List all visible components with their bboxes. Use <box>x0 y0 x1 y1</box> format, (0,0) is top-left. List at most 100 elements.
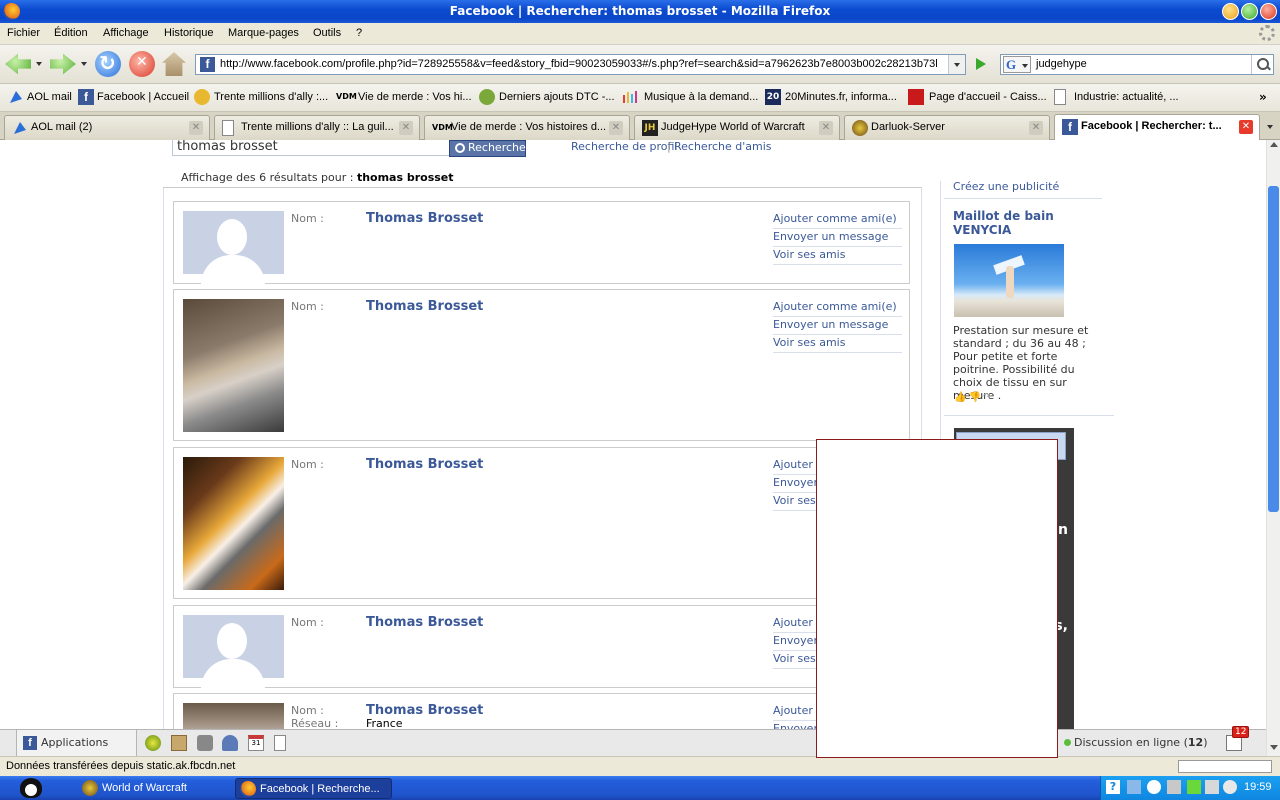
tab-close-icon[interactable]: ✕ <box>399 121 413 135</box>
profile-name-link[interactable]: Thomas Brosset <box>366 615 483 630</box>
stop-icon[interactable] <box>129 51 155 77</box>
back-arrow-icon[interactable] <box>5 53 31 75</box>
bookmark-vdm[interactable]: Vie de merde : Vos hi... <box>358 91 472 103</box>
close-window-button[interactable] <box>1260 3 1277 20</box>
minimize-button[interactable] <box>1222 3 1239 20</box>
bookmark-aol-mail[interactable]: AOL mail <box>27 91 72 103</box>
page-icon <box>222 120 234 136</box>
volume-icon[interactable] <box>1205 780 1219 794</box>
profile-silhouette-icon[interactable] <box>183 211 284 285</box>
fb-search-button[interactable]: Recherche <box>449 140 526 157</box>
antivirus-icon[interactable] <box>1223 780 1237 794</box>
taskbar-label: World of Warcraft <box>102 782 187 794</box>
scrollbar-thumb[interactable] <box>1268 186 1279 512</box>
tab-darluok[interactable]: Darluok-Server ✕ <box>844 115 1050 140</box>
bookmark-trente-millions[interactable]: Trente millions d'ally :... <box>214 91 328 103</box>
menu-fichier[interactable]: Fichier <box>7 27 40 39</box>
profile-name-link[interactable]: Thomas Brosset <box>366 211 483 226</box>
reload-icon[interactable] <box>95 51 121 77</box>
add-friend-link[interactable]: Ajouter comme ami(e) <box>773 211 902 229</box>
page-scrollbar[interactable] <box>1266 140 1280 756</box>
app-icon[interactable] <box>145 735 161 751</box>
bookmark-dtc[interactable]: Derniers ajouts DTC -... <box>499 91 615 103</box>
profile-name-link[interactable]: Thomas Brosset <box>366 457 483 472</box>
scroll-up-arrow-icon[interactable] <box>1270 142 1278 147</box>
notes-icon[interactable] <box>274 735 286 751</box>
help-icon[interactable]: ? <box>1106 780 1120 794</box>
bookmark-musique[interactable]: Musique à la demand... <box>644 91 758 103</box>
tab-close-icon[interactable]: ✕ <box>819 121 833 135</box>
profile-silhouette-icon[interactable] <box>183 615 284 689</box>
bookmark-industrie[interactable]: Industrie: actualité, ... <box>1074 91 1179 103</box>
tab-trente-millions[interactable]: Trente millions d'ally :: La guil... ✕ <box>214 115 420 140</box>
home-icon[interactable] <box>162 52 186 76</box>
name-label: Nom : <box>291 458 324 471</box>
maximize-button[interactable] <box>1241 3 1258 20</box>
wifi-icon[interactable] <box>1187 780 1201 794</box>
send-message-link[interactable]: Envoyer un message <box>773 229 902 247</box>
list-all-tabs-icon[interactable] <box>1261 116 1279 138</box>
add-friend-link[interactable]: Ajouter comme ami(e) <box>773 299 902 317</box>
tab-facebook-search[interactable]: f Facebook | Rechercher: t... ✕ <box>1054 114 1260 141</box>
profile-name-link[interactable]: Thomas Brosset <box>366 299 483 314</box>
calendar-icon[interactable]: 31 <box>248 735 264 751</box>
bookmark-facebook[interactable]: Facebook | Accueil <box>97 91 189 103</box>
search-bar[interactable]: G judgehype <box>1000 54 1274 75</box>
chat-online-button[interactable]: Discussion en ligne (12) <box>1056 736 1207 749</box>
forward-history-dropdown-icon[interactable] <box>81 62 87 66</box>
ad-title-link[interactable]: Maillot de bain VENYCIA <box>953 209 1103 237</box>
blank-popup-overlay[interactable] <box>816 439 1058 758</box>
tab-vdm[interactable]: VDM Vie de merde : Vos histoires d... ✕ <box>424 115 630 140</box>
profile-search-link[interactable]: Recherche de profil <box>571 140 678 153</box>
search-icon[interactable] <box>1251 55 1273 74</box>
taskbar-button-wow[interactable]: World of Warcraft <box>78 778 228 799</box>
search-engine-selector[interactable]: G <box>1003 56 1031 73</box>
bookmarks-overflow-chevron-icon[interactable]: » <box>1259 90 1267 104</box>
url-text[interactable]: http://www.facebook.com/profile.php?id=7… <box>220 58 946 70</box>
scroll-down-arrow-icon[interactable] <box>1270 745 1278 750</box>
create-ad-link[interactable]: Créez une publicité <box>953 180 1059 193</box>
bookmark-20minutes[interactable]: 20Minutes.fr, informa... <box>785 91 897 103</box>
forward-arrow-icon[interactable] <box>50 53 76 75</box>
fb-search-input[interactable]: thomas brosset <box>172 140 450 156</box>
network-icon[interactable] <box>1127 780 1141 794</box>
gift-icon[interactable] <box>171 735 187 751</box>
tux-start-icon[interactable] <box>20 778 42 798</box>
menu-help[interactable]: ? <box>356 27 362 39</box>
profile-photo[interactable] <box>183 299 284 432</box>
menu-historique[interactable]: Historique <box>164 27 214 39</box>
update-icon[interactable] <box>1147 780 1161 794</box>
menu-marque-pages[interactable]: Marque-pages <box>228 27 299 39</box>
tab-close-icon[interactable]: ✕ <box>609 121 623 135</box>
bookmark-caisse[interactable]: Page d'accueil - Caiss... <box>929 91 1047 103</box>
profile-name-link[interactable]: Thomas Brosset <box>366 703 483 718</box>
tab-close-icon[interactable]: ✕ <box>1239 120 1253 134</box>
tab-close-icon[interactable]: ✕ <box>1029 121 1043 135</box>
facebook-favicon-icon: f <box>200 57 215 72</box>
menu-edition[interactable]: Édition <box>54 27 88 39</box>
friend-search-link[interactable]: Recherche d'amis <box>674 140 772 153</box>
applications-button[interactable]: f Applications <box>16 730 137 756</box>
view-friends-link[interactable]: Voir ses amis <box>773 335 902 353</box>
url-bar[interactable]: f http://www.facebook.com/profile.php?id… <box>195 54 966 75</box>
profile-photo[interactable] <box>183 457 284 590</box>
ad-image[interactable] <box>954 244 1064 317</box>
send-message-link[interactable]: Envoyer un message <box>773 317 902 335</box>
taskbar-button-firefox[interactable]: Facebook | Recherche... <box>235 778 392 799</box>
back-history-dropdown-icon[interactable] <box>36 62 42 66</box>
tab-judgehype[interactable]: JH JudgeHype World of Warcraft ✕ <box>634 115 840 140</box>
tab-close-icon[interactable]: ✕ <box>189 121 203 135</box>
friends-icon[interactable] <box>222 735 238 751</box>
ad-like-icons[interactable]: 👍👎↷ <box>954 392 993 403</box>
profile-photo[interactable] <box>183 703 284 729</box>
menu-outils[interactable]: Outils <box>313 27 341 39</box>
device-icon[interactable] <box>1167 780 1181 794</box>
video-icon[interactable] <box>197 735 213 751</box>
search-query[interactable]: judgehype <box>1036 58 1087 70</box>
tab-aol-mail[interactable]: AOL mail (2) ✕ <box>4 115 210 140</box>
go-arrow-icon[interactable] <box>969 54 992 75</box>
status-bar: Données transférées depuis static.ak.fbc… <box>0 756 1280 776</box>
menu-affichage[interactable]: Affichage <box>103 27 149 39</box>
view-friends-link[interactable]: Voir ses amis <box>773 247 902 265</box>
url-history-dropdown-icon[interactable] <box>948 55 965 74</box>
